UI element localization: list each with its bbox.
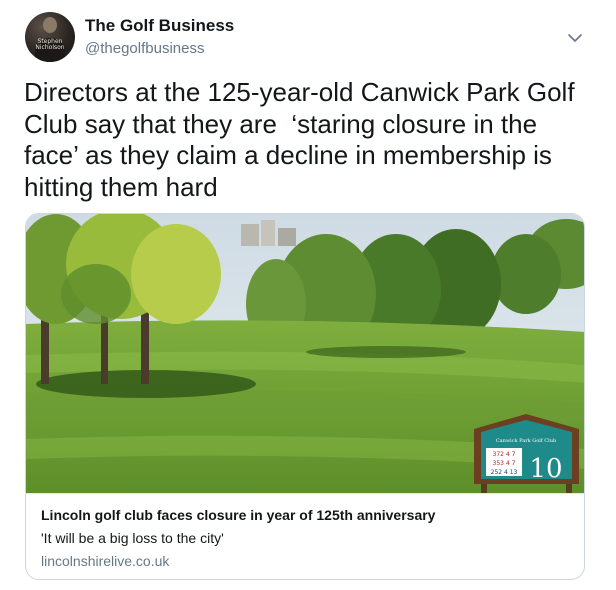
link-card[interactable]: Canwick Park Golf Club 372 4 7 353 4 7 2… <box>25 213 585 580</box>
avatar-caption: Stephen Nicholson <box>25 39 75 51</box>
card-title[interactable]: Lincoln golf club faces closure in year … <box>41 507 435 523</box>
card-image[interactable]: Canwick Park Golf Club 372 4 7 353 4 7 2… <box>26 214 584 493</box>
chevron-down-icon[interactable] <box>565 28 585 48</box>
sign-scores-row-1: 372 4 7 <box>493 451 516 458</box>
author-name[interactable]: The Golf Business <box>85 16 234 36</box>
avatar-photo <box>35 17 65 62</box>
avatar-caption-line: Nicholson <box>35 44 65 51</box>
avatar[interactable]: Stephen Nicholson <box>25 12 75 62</box>
sign-scores-row-3: 252 4 13 <box>491 469 518 476</box>
svg-text:Canwick Park Golf Club: Canwick Park Golf Club <box>496 438 556 444</box>
card-body[interactable]: Lincoln golf club faces closure in year … <box>26 493 584 579</box>
sign-scores-row-2: 353 4 7 <box>493 460 516 467</box>
tweet: Stephen Nicholson The Golf Business @the… <box>0 0 616 590</box>
card-domain[interactable]: lincolnshirelive.co.uk <box>41 553 169 569</box>
card-description: 'It will be a big loss to the city' <box>41 530 224 546</box>
author-handle[interactable]: @thegolfbusiness <box>85 40 204 57</box>
sign-hole-number: 10 <box>529 454 562 484</box>
tweet-text: Directors at the 125-year-old Canwick Pa… <box>24 77 582 202</box>
